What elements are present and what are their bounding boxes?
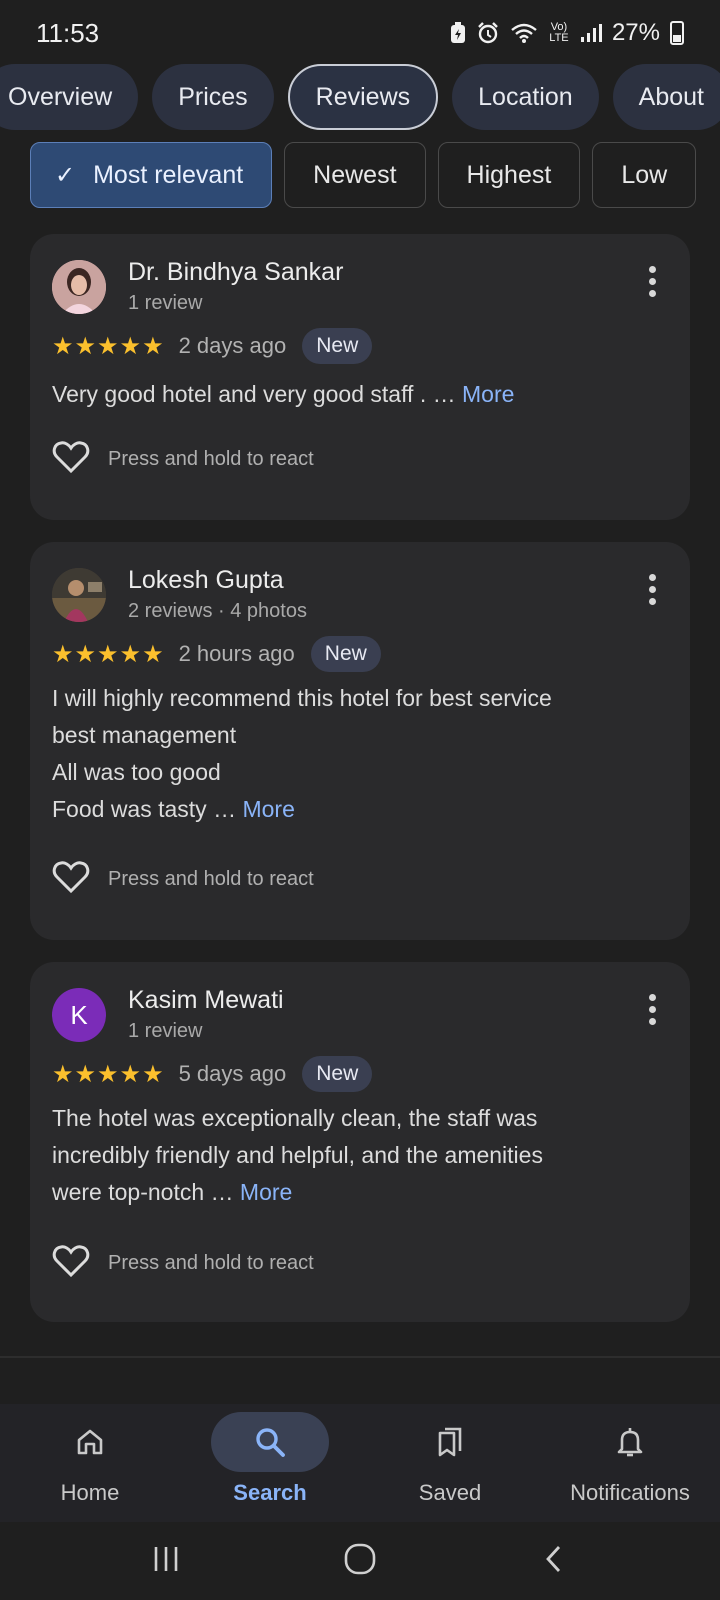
avatar[interactable] [52,260,106,314]
tab-prices[interactable]: Prices [152,64,274,130]
more-options-icon[interactable] [644,994,660,1025]
review-author-meta: 1 review [128,1020,203,1042]
review-author-meta: 1 review [128,292,203,314]
tab-location[interactable]: Location [452,64,599,130]
review-time: 2 days ago [178,333,287,358]
review-time: 5 days ago [178,1061,287,1086]
nav-home[interactable]: Home [0,1404,180,1522]
review-text: Very good hotel and very good staff . … … [52,376,662,413]
react-label: Press and hold to react [108,448,314,470]
review-author[interactable]: Kasim Mewati [128,986,284,1015]
more-options-icon[interactable] [644,266,660,297]
battery-saver-icon [450,22,466,44]
section-divider [0,1356,720,1358]
signal-icon [580,23,602,43]
react-label: Press and hold to react [108,1252,314,1274]
new-badge: New [302,328,373,364]
tab-reviews[interactable]: Reviews [287,64,439,130]
more-link[interactable]: More [240,1179,292,1205]
avatar[interactable] [52,568,106,622]
nav-search[interactable]: Search [180,1404,360,1522]
filter-label: Most relevant [93,160,244,189]
react-label: Press and hold to react [108,868,314,890]
volte-icon: Vo) LTE [549,21,569,44]
review-author[interactable]: Dr. Bindhya Sankar [128,258,343,287]
nav-saved[interactable]: Saved [360,1404,540,1522]
more-options-icon[interactable] [644,574,660,605]
new-badge: New [302,1056,373,1092]
battery-icon [670,21,684,45]
review-text-line: best management [52,722,237,748]
nav-label: Home [60,1480,120,1505]
nav-notifications[interactable]: Notifications [540,1404,720,1522]
more-link[interactable]: More [242,796,294,822]
bell-icon[interactable] [571,1412,689,1472]
section-tabs: Overview Prices Reviews Location About [0,64,720,130]
review-text-line: were top-notch … [52,1179,240,1205]
heart-icon[interactable] [52,440,90,479]
review-text: The hotel was exceptionally clean, the s… [52,1100,662,1211]
review-author-meta: 2 reviews · 4 photos [128,600,307,622]
review-time: 2 hours ago [178,641,295,666]
nav-label: Saved [418,1480,482,1505]
nav-label: Notifications [570,1480,690,1505]
rating-row: ★★★★★ 2 days ago New [52,328,373,364]
filter-lowest[interactable]: Low [592,142,697,208]
checkmark-icon: ✓ [55,161,76,189]
tab-about[interactable]: About [612,64,720,130]
review-card: K Kasim Mewati 1 review ★★★★★ 5 days ago… [30,962,690,1322]
review-text-line: The hotel was exceptionally clean, the s… [52,1105,538,1131]
star-rating: ★★★★★ [52,332,165,360]
heart-icon[interactable] [52,1244,90,1283]
filter-newest[interactable]: Newest [284,142,426,208]
filter-highest[interactable]: Highest [437,142,581,208]
status-bar: 11:53 Vo) LTE 27% [0,0,720,66]
more-link[interactable]: More [462,381,514,407]
nav-label: Search [233,1480,307,1505]
home-button-icon[interactable] [343,1542,377,1581]
star-rating: ★★★★★ [52,640,165,668]
alarm-icon [476,21,500,45]
star-rating: ★★★★★ [52,1060,165,1088]
recent-apps-icon[interactable] [151,1544,181,1579]
status-time: 11:53 [36,17,100,48]
back-icon[interactable] [539,1544,569,1579]
review-card: Lokesh Gupta 2 reviews · 4 photos ★★★★★ … [30,542,690,940]
review-text-line: incredibly friendly and helpful, and the… [52,1142,543,1168]
rating-row: ★★★★★ 5 days ago New [52,1056,373,1092]
battery-percent: 27% [611,19,660,46]
review-author[interactable]: Lokesh Gupta [128,566,284,595]
review-sort-filters: ✓ Most relevant Newest Highest Low [30,142,697,208]
react-area[interactable]: Press and hold to react [52,860,314,899]
rating-row: ★★★★★ 2 hours ago New [52,636,381,672]
saved-icon[interactable] [391,1412,509,1472]
tab-overview[interactable]: Overview [0,64,139,130]
filter-most-relevant[interactable]: ✓ Most relevant [30,142,273,208]
review-text-line: Very good hotel and very good staff . … [52,381,463,407]
search-icon[interactable] [211,1412,329,1472]
review-text: I will highly recommend this hotel for b… [52,680,662,828]
wifi-icon [510,22,538,44]
home-icon[interactable] [31,1412,149,1472]
react-area[interactable]: Press and hold to react [52,440,314,479]
avatar[interactable]: K [52,988,106,1042]
system-navigation-bar [0,1522,720,1600]
review-text-line: Food was tasty … [52,796,243,822]
review-text-line: I will highly recommend this hotel for b… [52,685,552,711]
react-area[interactable]: Press and hold to react [52,1244,314,1283]
status-icons: Vo) LTE 27% [450,19,684,47]
review-text-line: All was too good [52,759,221,785]
bottom-navigation: Home Search Saved Notifications [0,1404,720,1522]
review-card: Dr. Bindhya Sankar 1 review ★★★★★ 2 days… [30,234,690,520]
new-badge: New [310,636,381,672]
heart-icon[interactable] [52,860,90,899]
